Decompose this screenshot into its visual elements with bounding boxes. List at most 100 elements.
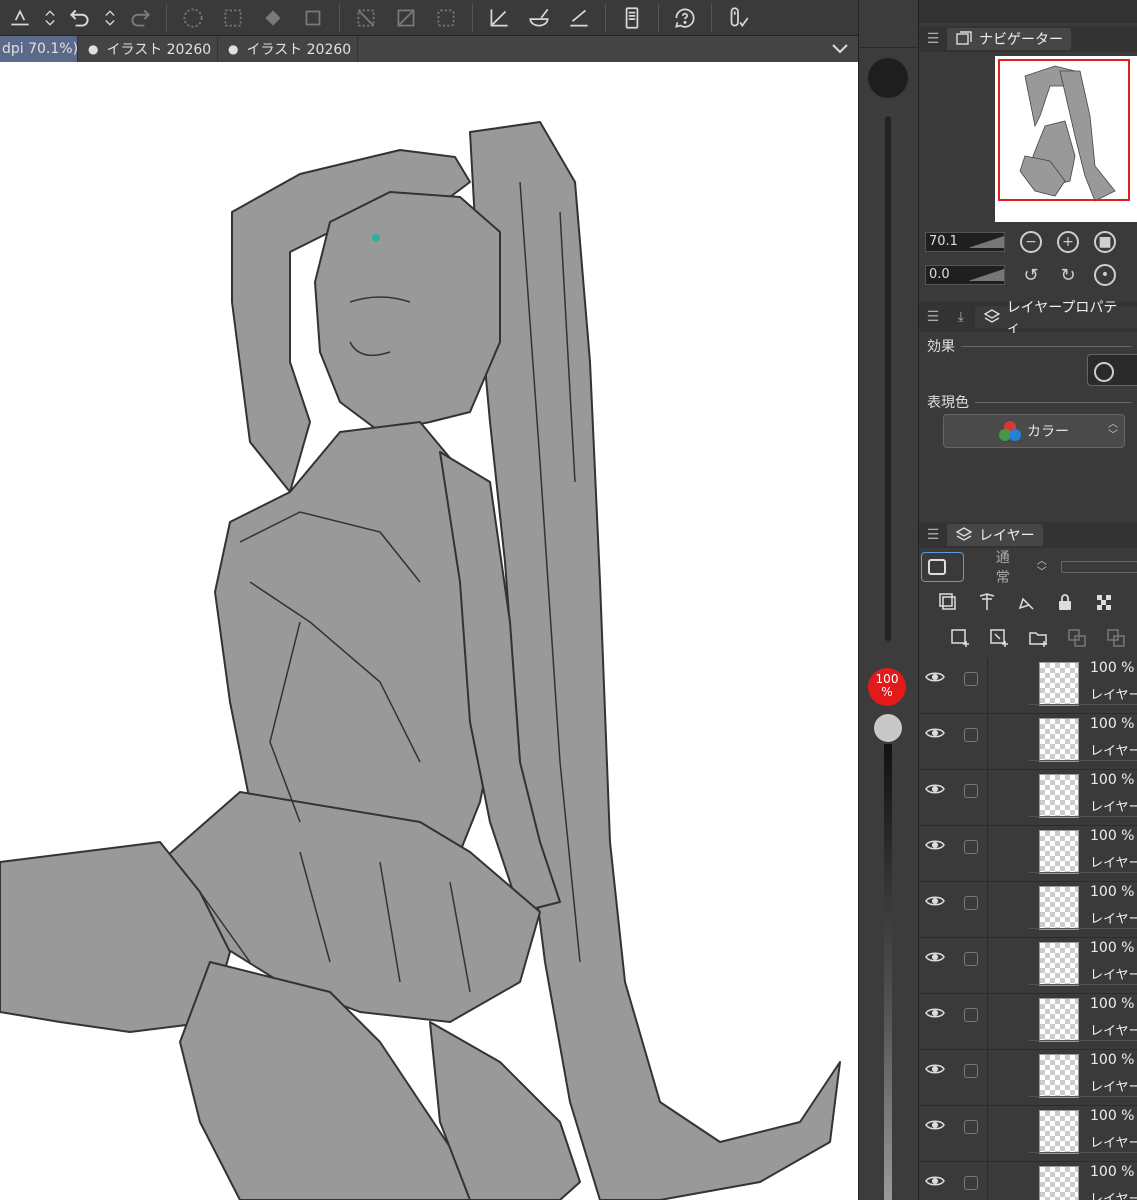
- brush-ink-icon[interactable]: [519, 0, 559, 36]
- navigator-view-frame[interactable]: [998, 59, 1130, 201]
- rotate-left-icon[interactable]: ↺: [1020, 264, 1042, 286]
- invert-selection-icon[interactable]: [386, 0, 426, 36]
- eye-icon[interactable]: [925, 670, 945, 684]
- layer-select-checkbox[interactable]: [964, 728, 978, 742]
- layer-row[interactable]: 100 % レイヤー 9: [919, 1162, 1137, 1200]
- drawing-canvas[interactable]: [0, 62, 858, 1200]
- reset-rotation-icon[interactable]: •: [1094, 264, 1116, 286]
- panel-menu-icon[interactable]: ☰: [919, 527, 947, 543]
- tab-list-chevron-icon[interactable]: [822, 36, 858, 62]
- eye-icon[interactable]: [925, 1174, 945, 1188]
- eye-icon[interactable]: [925, 1062, 945, 1076]
- layer-opacity-slider[interactable]: [1060, 561, 1137, 573]
- download-icon[interactable]: ⤓: [947, 309, 975, 325]
- help-icon[interactable]: [665, 0, 705, 36]
- chevron-updown-icon[interactable]: ︿ ﹀: [1037, 556, 1047, 578]
- layer-row[interactable]: 100 % レイヤー 9: [919, 882, 1137, 938]
- layer-select-checkbox[interactable]: [964, 840, 978, 854]
- line-tool-icon[interactable]: [559, 0, 599, 36]
- top-toolbar: [0, 0, 858, 36]
- layer-name: レイヤー: [1090, 744, 1137, 759]
- eye-icon[interactable]: [925, 726, 945, 740]
- layer-row[interactable]: 100 % レイヤー: [919, 714, 1137, 770]
- eye-icon[interactable]: [925, 950, 945, 964]
- eye-icon[interactable]: [925, 782, 945, 796]
- blend-mode-select[interactable]: 通常: [996, 547, 1023, 587]
- layer-row-divider: [987, 658, 988, 714]
- expression-color-select[interactable]: カラー ︿ ﹀: [943, 414, 1125, 448]
- fill-icon[interactable]: [253, 0, 293, 36]
- layer-thumbnail: [1039, 886, 1079, 930]
- transform-icon[interactable]: [173, 0, 213, 36]
- layer-select-checkbox[interactable]: [964, 1120, 978, 1134]
- layer-select-checkbox[interactable]: [964, 1064, 978, 1078]
- redo-icon[interactable]: [120, 0, 160, 36]
- select-border-icon[interactable]: [426, 0, 466, 36]
- layer-select-checkbox[interactable]: [964, 1008, 978, 1022]
- brush-size-slider[interactable]: [885, 116, 891, 641]
- layer-row[interactable]: 100 % レイヤー 9: [919, 1106, 1137, 1162]
- combine-layers-icon[interactable]: [1105, 627, 1127, 649]
- toolbar-divider: [339, 3, 340, 32]
- layer-list[interactable]: 100 % レイヤー 100 % レイヤー 100 % レイヤー 100 % レイヤー 100 …: [919, 658, 1137, 1200]
- draft-layer-icon[interactable]: [1015, 591, 1037, 613]
- layer-select-checkbox[interactable]: [964, 672, 978, 686]
- opacity-slider-track[interactable]: [884, 744, 892, 1200]
- new-folder-icon[interactable]: [1027, 627, 1049, 649]
- rotate-right-icon[interactable]: ↻: [1057, 264, 1079, 286]
- undo-icon[interactable]: [60, 0, 100, 36]
- chevron-updown-icon[interactable]: [40, 0, 60, 36]
- clip-layer-icon[interactable]: [937, 591, 959, 613]
- panel-menu-icon[interactable]: ☰: [919, 31, 947, 47]
- layer-color-button[interactable]: [921, 552, 964, 582]
- deselect-icon[interactable]: [346, 0, 386, 36]
- navigator-tab[interactable]: ナビゲーター: [947, 28, 1071, 50]
- eye-icon[interactable]: [925, 1118, 945, 1132]
- tab-document-2[interactable]: ● イラスト 20260: [78, 36, 218, 62]
- tab-document-3[interactable]: ● イラスト 20260: [218, 36, 358, 62]
- panel-top-strip: [919, 0, 1137, 22]
- layers-tab[interactable]: レイヤー: [947, 524, 1043, 546]
- layer-row[interactable]: 100 % レイヤー 9: [919, 1050, 1137, 1106]
- layer-property-tab[interactable]: レイヤープロパティ: [974, 300, 1137, 336]
- zoom-input[interactable]: 70.1: [925, 232, 1005, 252]
- ruler-icon[interactable]: [479, 0, 519, 36]
- layer-select-checkbox[interactable]: [964, 784, 978, 798]
- layer-select-checkbox[interactable]: [964, 952, 978, 966]
- blend-mode-row: 通常 ︿ ﹀: [919, 547, 1137, 587]
- new-raster-layer-icon[interactable]: [949, 627, 971, 649]
- rotate-input[interactable]: 0.0: [925, 265, 1005, 285]
- touch-gesture-icon[interactable]: [718, 0, 758, 36]
- device-icon[interactable]: [612, 0, 652, 36]
- layer-row[interactable]: 100 % レイヤー 9: [919, 994, 1137, 1050]
- fit-view-icon[interactable]: ■: [1094, 231, 1116, 253]
- merge-down-icon[interactable]: [1066, 627, 1088, 649]
- zoom-in-icon[interactable]: +: [1057, 231, 1079, 253]
- new-vector-layer-icon[interactable]: [988, 627, 1010, 649]
- layer-row[interactable]: 100 % レイヤー: [919, 826, 1137, 882]
- clear-layer-icon[interactable]: [0, 0, 40, 36]
- lock-transparency-icon[interactable]: [1093, 591, 1115, 613]
- layer-select-checkbox[interactable]: [964, 1176, 978, 1190]
- zoom-out-icon[interactable]: −: [1020, 231, 1042, 253]
- selection-icon[interactable]: [213, 0, 253, 36]
- layer-thumbnail: [1039, 942, 1079, 986]
- layer-select-checkbox[interactable]: [964, 896, 978, 910]
- layer-row[interactable]: 100 % レイヤー 9: [919, 938, 1137, 994]
- panel-menu-icon[interactable]: ☰: [919, 309, 947, 325]
- eye-icon[interactable]: [925, 1006, 945, 1020]
- layer-row[interactable]: 100 % レイヤー: [919, 658, 1137, 714]
- tab-current-document[interactable]: dpi 70.1%): [0, 36, 78, 62]
- opacity-slider-knob[interactable]: [874, 714, 902, 742]
- layer-row[interactable]: 100 % レイヤー: [919, 770, 1137, 826]
- reference-layer-icon[interactable]: [976, 591, 998, 613]
- crop-icon[interactable]: [293, 0, 333, 36]
- chevron-updown-icon[interactable]: [100, 0, 120, 36]
- effect-toggle[interactable]: [1087, 354, 1137, 386]
- layer-thumbnail: [1039, 774, 1079, 818]
- eye-icon[interactable]: [925, 838, 945, 852]
- layer-thumbnail: [1039, 830, 1079, 874]
- lock-icon[interactable]: [1054, 591, 1076, 613]
- layer-row-separator: [1029, 1040, 1137, 1041]
- eye-icon[interactable]: [925, 894, 945, 908]
